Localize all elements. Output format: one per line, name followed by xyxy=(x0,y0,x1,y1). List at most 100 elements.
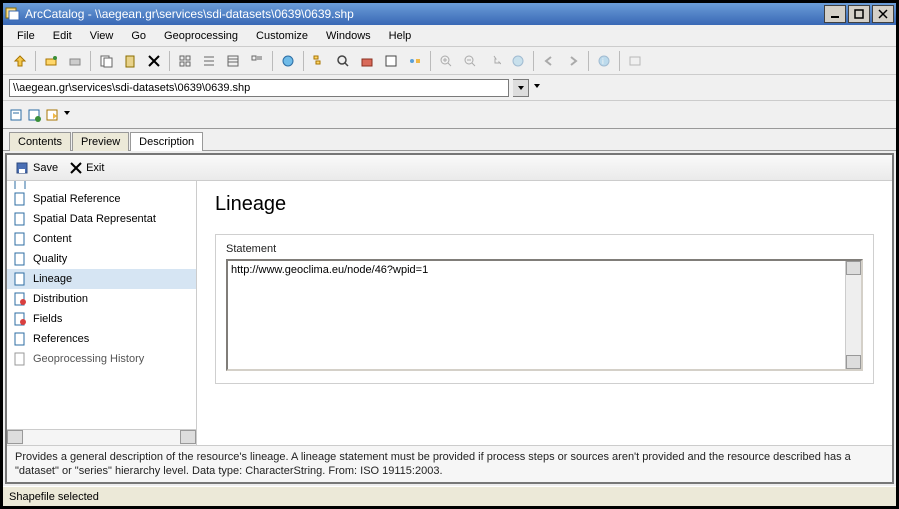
disconnect-icon[interactable] xyxy=(64,50,86,72)
scroll-down-icon[interactable] xyxy=(846,355,861,369)
tab-contents[interactable]: Contents xyxy=(9,132,71,151)
forward-icon[interactable] xyxy=(562,50,584,72)
textarea-scrollbar[interactable] xyxy=(845,261,861,369)
document-icon xyxy=(13,232,27,246)
delete-icon[interactable] xyxy=(143,50,165,72)
main-panel: Lineage Statement xyxy=(197,181,892,445)
menu-windows[interactable]: Windows xyxy=(318,28,379,44)
zoom-in-icon[interactable] xyxy=(435,50,457,72)
sidebar-item-lineage[interactable]: Lineage xyxy=(7,269,196,289)
statement-textarea-wrap xyxy=(226,259,863,371)
tab-preview[interactable]: Preview xyxy=(72,132,129,151)
metadata-edit-icon[interactable] xyxy=(27,108,41,122)
warning-document-icon xyxy=(13,292,27,306)
content-area: Save Exit Spatial Reference Spatial Data… xyxy=(5,153,894,484)
sidebar-item-quality[interactable]: Quality xyxy=(7,249,196,269)
scroll-left-icon[interactable] xyxy=(7,430,23,444)
sidebar-hscrollbar[interactable] xyxy=(7,429,196,445)
description-toolbar: Save Exit xyxy=(7,155,892,181)
warning-document-icon xyxy=(13,312,27,326)
save-icon xyxy=(15,161,29,175)
sidebar-list: Spatial Reference Spatial Data Represent… xyxy=(7,181,196,429)
exit-icon xyxy=(70,162,82,174)
large-icons-icon[interactable] xyxy=(174,50,196,72)
menu-go[interactable]: Go xyxy=(123,28,154,44)
toolbox-icon[interactable] xyxy=(356,50,378,72)
python-icon[interactable] xyxy=(380,50,402,72)
document-icon xyxy=(13,332,27,346)
metadata-view-icon[interactable] xyxy=(9,108,23,122)
metadata-export-icon[interactable] xyxy=(45,108,59,122)
app-icon xyxy=(5,6,21,22)
back-icon[interactable] xyxy=(538,50,560,72)
app-window: ArcCatalog - \\aegean.gr\services\sdi-da… xyxy=(0,0,899,509)
tab-description[interactable]: Description xyxy=(130,132,203,151)
close-button[interactable] xyxy=(872,5,894,23)
address-input[interactable] xyxy=(9,79,509,97)
create-thumbnail-icon[interactable] xyxy=(624,50,646,72)
sidebar-item-fields[interactable]: Fields xyxy=(7,309,196,329)
address-dropdown-icon[interactable] xyxy=(513,79,529,97)
save-label: Save xyxy=(33,162,58,174)
sidebar-item-references[interactable]: References xyxy=(7,329,196,349)
statement-label: Statement xyxy=(226,243,276,255)
document-icon xyxy=(13,352,27,366)
launch-arcmap-icon[interactable] xyxy=(277,50,299,72)
status-bar: Shapefile selected xyxy=(3,486,896,506)
scroll-right-icon[interactable] xyxy=(180,430,196,444)
menubar: File Edit View Go Geoprocessing Customiz… xyxy=(3,25,896,47)
exit-label: Exit xyxy=(86,162,104,174)
scroll-track[interactable] xyxy=(846,275,861,355)
statement-textarea[interactable] xyxy=(228,261,845,369)
menu-view[interactable]: View xyxy=(82,28,122,44)
sidebar-item-spatial-data-representation[interactable]: Spatial Data Representat xyxy=(7,209,196,229)
details-icon[interactable] xyxy=(222,50,244,72)
status-text: Shapefile selected xyxy=(9,491,99,503)
full-extent-icon[interactable] xyxy=(507,50,529,72)
up-icon[interactable] xyxy=(9,50,31,72)
toolbar-options-icon[interactable] xyxy=(533,82,541,94)
help-text: Provides a general description of the re… xyxy=(7,445,892,482)
document-icon xyxy=(13,272,27,286)
minimize-button[interactable] xyxy=(824,5,846,23)
identify-icon[interactable]: i xyxy=(593,50,615,72)
exit-button[interactable]: Exit xyxy=(70,162,104,174)
menu-file[interactable]: File xyxy=(9,28,43,44)
main-toolbar: i xyxy=(3,47,896,75)
content-body: Spatial Reference Spatial Data Represent… xyxy=(7,181,892,445)
list-icon[interactable] xyxy=(198,50,220,72)
document-icon xyxy=(13,192,27,206)
sidebar-item-partial-top[interactable] xyxy=(7,181,196,189)
zoom-out-icon[interactable] xyxy=(459,50,481,72)
model-builder-icon[interactable] xyxy=(404,50,426,72)
titlebar: ArcCatalog - \\aegean.gr\services\sdi-da… xyxy=(3,3,896,25)
secondary-toolbar xyxy=(3,101,896,129)
document-icon xyxy=(13,212,27,226)
scroll-up-icon[interactable] xyxy=(846,261,861,275)
scroll-track[interactable] xyxy=(23,430,180,445)
copy-icon[interactable] xyxy=(95,50,117,72)
sidebar: Spatial Reference Spatial Data Represent… xyxy=(7,181,197,445)
page-title: Lineage xyxy=(215,193,874,216)
catalog-tree-icon[interactable] xyxy=(308,50,330,72)
menu-geoprocessing[interactable]: Geoprocessing xyxy=(156,28,246,44)
paste-icon[interactable] xyxy=(119,50,141,72)
save-button[interactable]: Save xyxy=(15,161,58,175)
thumbnails-icon[interactable] xyxy=(246,50,268,72)
sidebar-item-spatial-reference[interactable]: Spatial Reference xyxy=(7,189,196,209)
window-title: ArcCatalog - \\aegean.gr\services\sdi-da… xyxy=(25,7,822,21)
sidebar-item-content[interactable]: Content xyxy=(7,229,196,249)
search-icon[interactable] xyxy=(332,50,354,72)
sidebar-item-distribution[interactable]: Distribution xyxy=(7,289,196,309)
pan-icon[interactable] xyxy=(483,50,505,72)
svg-text:i: i xyxy=(602,57,604,66)
maximize-button[interactable] xyxy=(848,5,870,23)
menu-help[interactable]: Help xyxy=(381,28,420,44)
menu-customize[interactable]: Customize xyxy=(248,28,316,44)
connect-icon[interactable] xyxy=(40,50,62,72)
tab-strip: Contents Preview Description xyxy=(3,129,896,151)
toolbar2-options-icon[interactable] xyxy=(63,109,71,121)
document-icon xyxy=(13,252,27,266)
sidebar-item-geoprocessing-history[interactable]: Geoprocessing History xyxy=(7,349,196,369)
menu-edit[interactable]: Edit xyxy=(45,28,80,44)
